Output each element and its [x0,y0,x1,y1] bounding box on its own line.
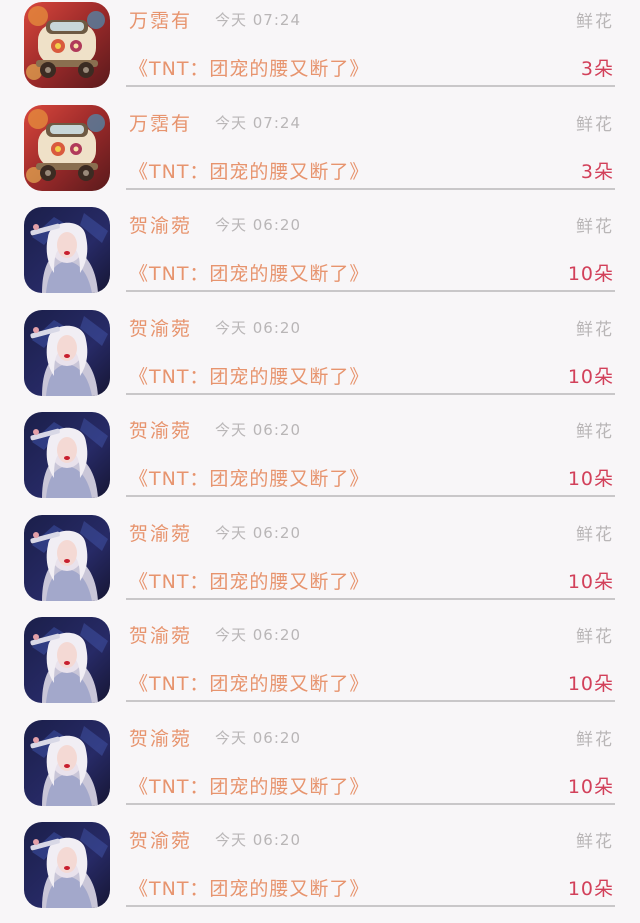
row-divider [126,290,615,292]
gift-count: 10朵 [567,673,614,695]
user-avatar[interactable] [24,207,110,293]
user-name[interactable]: 贺渝菀 [129,826,192,853]
gift-type-label: 鲜花 [576,422,614,442]
gift-count: 10朵 [567,365,614,388]
row-divider [126,85,615,87]
work-title[interactable]: 《TNT：团宠的腰又断了》 [129,54,369,81]
gift-record-row[interactable]: 贺渝菀 今天 06:20 鲜花《TNT：团宠的腰又断了》 10朵 [0,718,640,821]
user-avatar[interactable] [24,617,110,703]
gift-record-row[interactable]: 贺渝菀 今天 06:20 鲜花《TNT：团宠的腰又断了》 10朵 [0,410,640,513]
gift-type-label: 鲜花 [576,524,614,545]
timestamp: 今天 06:20 [215,626,301,644]
timestamp: 今天 06:20 [215,831,301,849]
work-title[interactable]: 《TNT：团宠的腰又断了》 [129,464,369,491]
gift-count: 10朵 [567,570,614,593]
gift-record-row[interactable]: 贺渝菀 今天 06:20 鲜花《TNT：团宠的腰又断了》 10朵 [0,513,640,616]
gift-count: 10朵 [567,775,614,798]
gift-type-label: 鲜花 [576,114,614,135]
gift-record-list: 万霑有 今天 07:24 鲜花 《TNT：团宠的腰又断了》 3朵 万霑有 今天 07:24 鲜… [0,0,640,923]
user-avatar[interactable] [24,310,110,396]
user-name[interactable]: 贺渝菀 [129,211,192,238]
gift-type-label: 鲜花 [576,832,614,852]
user-name[interactable]: 贺渝菀 [129,724,192,751]
gift-record-row[interactable]: 万霑有 今天 07:24 鲜花《TNT：团宠的腰又断了》 3朵 [0,103,640,206]
timestamp: 今天 06:20 [215,318,301,337]
gift-type-label: 鲜花 [576,729,614,750]
timestamp: 今天 06:20 [215,216,301,234]
user-avatar[interactable] [24,822,110,908]
gift-record-row[interactable]: 贺渝菀 今天 06:20 鲜花《TNT：团宠的腰又断了》 10朵 [0,308,640,411]
user-avatar[interactable] [24,105,110,191]
row-divider [126,392,615,395]
user-avatar[interactable] [24,515,110,601]
user-avatar[interactable] [24,412,110,498]
user-name[interactable]: 万霑有 [129,109,192,136]
gift-record-row[interactable]: 万霑有 今天 07:24 鲜花《TNT：团宠的腰又断了》 3朵 [0,0,640,103]
user-name[interactable]: 万霑有 [129,6,192,33]
gift-count: 10朵 [567,468,614,490]
gift-type-label: 鲜花 [576,12,614,32]
timestamp: 今天 07:24 [215,113,301,132]
row-divider [126,495,615,497]
work-title[interactable]: 《TNT：团宠的腰又断了》 [129,362,369,389]
work-title[interactable]: 《TNT：团宠的腰又断了》 [129,259,369,286]
work-title[interactable]: 《TNT：团宠的腰又断了》 [129,772,369,799]
gift-record-row[interactable]: 贺渝菀 今天 06:20 鲜花《TNT：团宠的腰又断了》 10朵 [0,820,640,923]
row-divider [126,187,615,190]
user-avatar[interactable] [24,2,110,88]
work-title[interactable]: 《TNT：团宠的腰又断了》 [129,874,369,901]
user-name[interactable]: 贺渝菀 [129,314,192,341]
user-avatar[interactable] [24,720,110,806]
gift-count: 3朵 [580,160,614,183]
gift-type-label: 鲜花 [576,217,614,237]
work-title[interactable]: 《TNT：团宠的腰又断了》 [129,157,369,184]
timestamp: 今天 06:20 [215,421,301,439]
gift-record-row[interactable]: 贺渝菀 今天 06:20 鲜花《TNT：团宠的腰又断了》 10朵 [0,615,640,718]
work-title[interactable]: 《TNT：团宠的腰又断了》 [129,669,369,696]
timestamp: 今天 07:24 [215,11,301,29]
user-name[interactable]: 贺渝菀 [129,519,192,546]
row-divider [126,700,615,702]
user-name[interactable]: 贺渝菀 [129,621,192,648]
gift-count: 10朵 [567,878,614,900]
user-name[interactable]: 贺渝菀 [129,416,192,443]
row-divider [126,905,615,907]
row-divider [126,597,615,600]
timestamp: 今天 06:20 [215,523,301,542]
timestamp: 今天 06:20 [215,728,301,747]
gift-count: 3朵 [580,58,614,80]
gift-record-row[interactable]: 贺渝菀 今天 06:20 鲜花《TNT：团宠的腰又断了》 10朵 [0,205,640,308]
row-divider [126,802,615,805]
gift-count: 10朵 [567,263,614,285]
gift-type-label: 鲜花 [576,627,614,647]
work-title[interactable]: 《TNT：团宠的腰又断了》 [129,567,369,594]
gift-type-label: 鲜花 [576,319,614,340]
